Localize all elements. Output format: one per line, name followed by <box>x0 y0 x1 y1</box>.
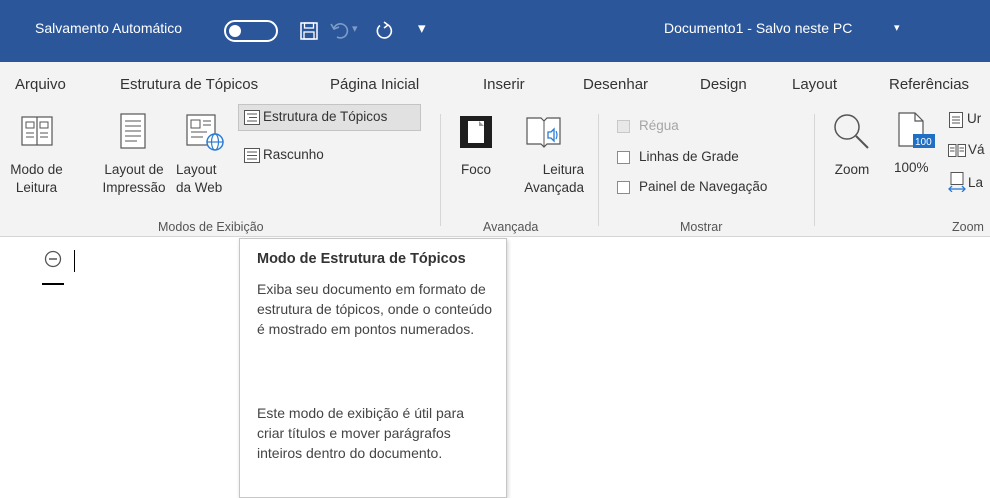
outline-end-marker <box>42 283 64 285</box>
layout-web-label-2: da Web <box>176 180 223 195</box>
layout-impressao-label-1: Layout de <box>104 162 164 177</box>
page-width-icon <box>948 172 966 192</box>
linhas-grade-label: Linhas de Grade <box>639 149 739 164</box>
leitura-label-2: Avançada <box>524 180 584 195</box>
layout-impressao-label-2: Impressão <box>102 180 166 195</box>
autosave-label: Salvamento Automático <box>35 20 183 36</box>
outline-icon <box>244 110 260 125</box>
zoom-label: Zoom <box>834 162 870 177</box>
largura-label: La <box>968 175 984 190</box>
tab-design[interactable]: Design <box>700 76 747 93</box>
multiple-pages-icon <box>948 144 966 157</box>
tab-arquivo[interactable]: Arquivo <box>15 76 66 93</box>
zoom-group-label: Zoom <box>952 220 984 234</box>
immersive-reader-icon <box>526 117 561 148</box>
draft-icon <box>244 148 260 163</box>
tab-estrutura-de-topicos[interactable]: Estrutura de Tópicos <box>120 76 258 93</box>
read-mode-icon <box>21 116 53 146</box>
regua-checkbox[interactable] <box>617 120 630 133</box>
uma-pagina-label: Ur <box>967 111 982 126</box>
title-bar: Salvamento Automático ▾ ▾ Documento1 - S… <box>0 0 990 62</box>
save-icon[interactable] <box>300 22 318 40</box>
customize-qat-icon[interactable]: ▾ <box>418 19 426 37</box>
layout-web-label-1: Layout <box>176 162 217 177</box>
avancada-group-label: Avançada <box>483 220 539 234</box>
foco-label: Foco <box>460 162 491 177</box>
tooltip-paragraph-2: Este modo de exibição é útil para criar … <box>257 405 465 461</box>
estrutura-label: Estrutura de Tópicos <box>263 109 388 124</box>
regua-label: Régua <box>639 118 679 133</box>
focus-icon <box>460 116 492 148</box>
ribbon-panel: Modo de Leitura Layout de Impressão Layo… <box>0 104 990 237</box>
tooltip-title: Modo de Estrutura de Tópicos <box>257 251 466 267</box>
collapse-minus-icon[interactable] <box>44 250 62 268</box>
tab-referencias[interactable]: Referências <box>889 76 969 93</box>
magnifier-icon <box>834 114 869 149</box>
tab-desenhar[interactable]: Desenhar <box>583 76 648 93</box>
group-separator <box>814 114 815 226</box>
print-layout-icon <box>120 113 146 149</box>
rascunho-label: Rascunho <box>263 147 324 162</box>
ribbon-tabs: Arquivo Estrutura de Tópicos Página Inic… <box>0 62 990 104</box>
tooltip-estrutura-de-topicos: Modo de Estrutura de Tópicos Exiba seu d… <box>239 238 507 498</box>
painel-navegacao-label: Painel de Navegação <box>639 179 768 194</box>
linhas-grade-checkbox[interactable] <box>617 151 630 164</box>
modo-leitura-label-1: Modo de <box>10 162 63 177</box>
undo-dropdown-icon[interactable]: ▾ <box>352 22 358 35</box>
text-cursor <box>74 250 75 272</box>
one-page-icon <box>949 112 963 128</box>
leitura-label-1: Leitura <box>542 162 584 177</box>
varias-paginas-label: Vá <box>968 142 985 157</box>
mostrar-group-label: Mostrar <box>680 220 723 234</box>
web-layout-icon <box>186 114 224 151</box>
tab-pagina-inicial[interactable]: Página Inicial <box>330 76 419 93</box>
estrutura-de-topicos-button[interactable]: Estrutura de Tópicos <box>238 104 421 131</box>
group-separator <box>440 114 441 226</box>
autosave-toggle-knob <box>229 25 241 37</box>
group-separator <box>598 114 599 226</box>
painel-navegacao-checkbox[interactable] <box>617 181 630 194</box>
zoom-100-label: 100% <box>894 160 929 175</box>
tooltip-paragraph-1: Exiba seu documento em formato de estrut… <box>257 281 493 337</box>
tab-inserir[interactable]: Inserir <box>483 76 525 93</box>
modos-exibicao-group-label: Modos de Exibição <box>158 220 264 234</box>
modo-leitura-label-2: Leitura <box>15 180 58 195</box>
zoom-100-badge: 100 <box>915 137 932 148</box>
redo-icon[interactable] <box>374 21 394 41</box>
tab-layout[interactable]: Layout <box>792 76 837 93</box>
document-title[interactable]: Documento1 - Salvo neste PC <box>664 20 852 36</box>
title-dropdown-icon[interactable]: ▾ <box>894 21 900 34</box>
undo-icon[interactable] <box>330 22 350 40</box>
autosave-toggle[interactable] <box>224 20 278 42</box>
